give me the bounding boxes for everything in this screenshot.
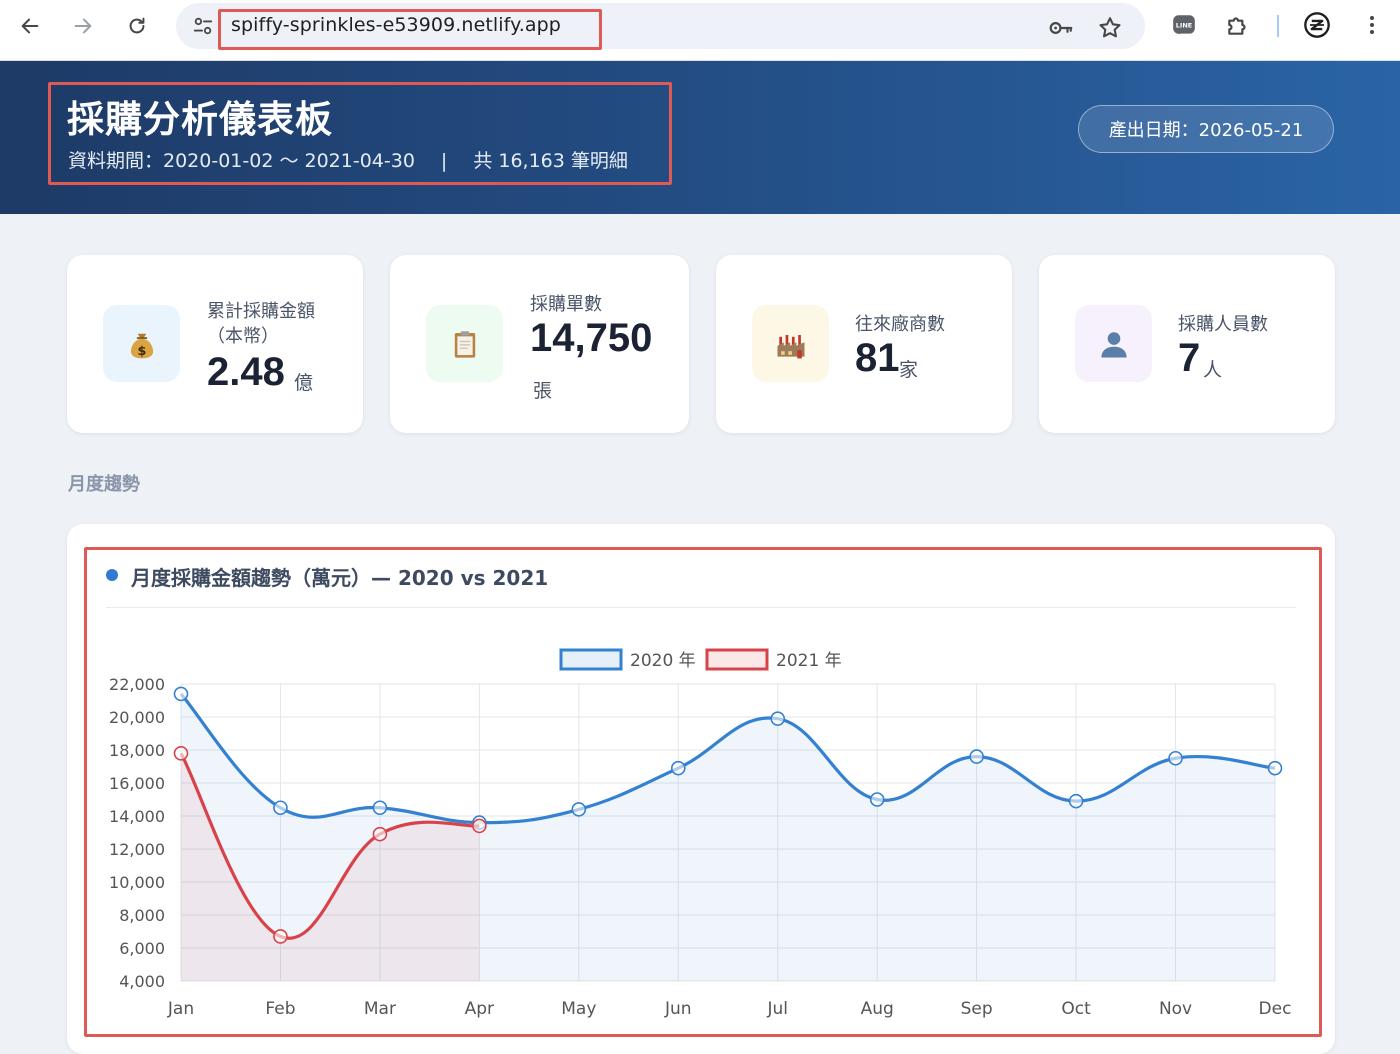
kpi-label: 採購單數 [530,294,602,315]
title-highlight-box [48,82,672,185]
extensions-puzzle-icon[interactable] [1224,11,1252,39]
kpi-card-buyer-count: 採購人員數 7 人 [1039,255,1335,433]
password-key-icon[interactable] [1048,15,1074,41]
back-arrow-icon[interactable] [15,11,45,41]
clipboard-icon [426,305,503,382]
kpi-card-total-amount: $ 累計採購金額 （本幣） 2.48 億 [67,255,363,433]
section-title: 月度趨勢 [68,474,140,495]
more-menu-icon[interactable] [1358,11,1386,39]
kpi-unit: 億 [294,372,314,394]
kpi-label: 採購人員數 [1178,314,1268,335]
money-bag-icon: $ [103,305,180,382]
bookmark-star-icon[interactable] [1097,15,1123,41]
kpi-label: 累計採購金額 [207,301,315,322]
toolbar-separator [1277,15,1279,37]
kpi-value: 14,750 [530,316,653,360]
dashboard-header: 採購分析儀表板 資料期間：2020-01-02 ～ 2021-04-30 | 共 1… [0,61,1400,214]
kpi-value: 2.48 [207,350,285,394]
kpi-unit: 人 [1203,359,1223,381]
site-info-icon[interactable] [192,15,214,37]
forward-arrow-icon[interactable] [68,11,98,41]
browser-toolbar: spiffy-sprinkles-e53909.netlify.app LINE [0,0,1400,61]
svg-text:$: $ [137,344,146,359]
kpi-label-sub: （本幣） [207,326,279,347]
kpi-card-order-count: 採購單數 14,750 張 [390,255,689,433]
chart-highlight-box [84,547,1322,1037]
kpi-unit: 家 [899,359,919,381]
kpi-value: 7 [1178,336,1201,380]
kpi-value: 81 [855,336,900,380]
kpi-label: 往來廠商數 [855,314,945,335]
reload-icon[interactable] [122,11,152,41]
kpi-unit: 張 [533,380,553,402]
line-extension-icon[interactable]: LINE [1170,11,1198,39]
kpi-card-vendor-count: 往來廠商數 81 家 [716,255,1012,433]
generated-date-badge: 產出日期：2026-05-21 [1078,105,1334,153]
svg-text:LINE: LINE [1176,22,1192,30]
person-silhouette-icon [1075,305,1152,382]
url-highlight-box [218,9,602,50]
factory-icon [752,305,829,382]
profile-icon[interactable] [1303,11,1331,39]
